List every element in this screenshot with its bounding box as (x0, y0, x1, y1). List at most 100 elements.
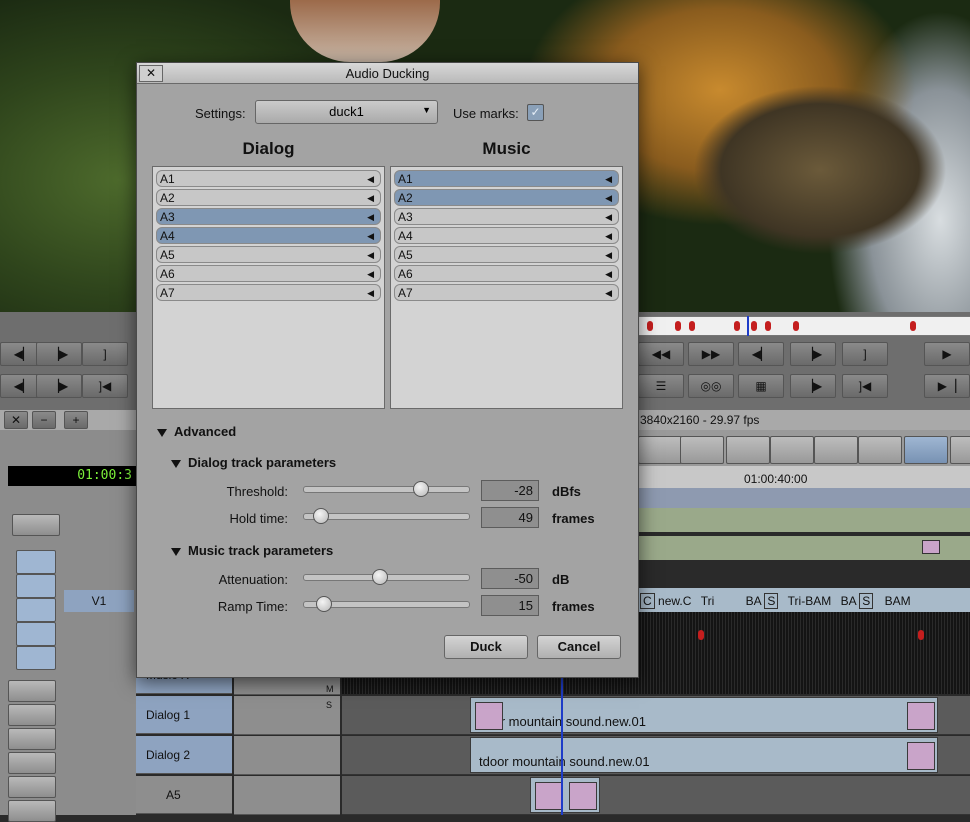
clip-effect-icon[interactable] (475, 702, 503, 730)
clip-effect-icon[interactable] (907, 702, 935, 730)
tool-ramp-icon[interactable] (8, 776, 56, 798)
list-icon[interactable]: ☰ (638, 374, 684, 398)
use-marks-checkbox[interactable]: ✓ (527, 104, 544, 121)
play-icon[interactable]: ▶ (924, 342, 970, 366)
music-track-a6[interactable]: A6 ◀ (394, 265, 619, 282)
clip-effect-icon[interactable] (569, 782, 597, 810)
audio-ducking-icon[interactable] (904, 436, 948, 464)
music-track-a7[interactable]: A7 ◀ (394, 284, 619, 301)
audio-clip[interactable] (530, 777, 600, 813)
attenuation-value[interactable]: -50 (481, 568, 539, 589)
tool-arrow-icon[interactable] (16, 550, 56, 574)
audio-clip[interactable]: door mountain sound.new.01 (470, 697, 938, 733)
marker[interactable] (910, 321, 916, 331)
duck-button[interactable]: Duck (444, 635, 528, 659)
dialog-track-a2[interactable]: A2 ◀ (156, 189, 381, 206)
dialog-titlebar[interactable]: ✕ Audio Ducking (137, 63, 638, 84)
tool-split-icon[interactable] (8, 680, 56, 702)
tool-monitor-icon[interactable] (8, 704, 56, 726)
lift-icon[interactable] (638, 436, 682, 464)
dialog-track-a7[interactable]: A7 ◀ (156, 284, 381, 301)
play-to-icon[interactable]: ▕▶ (36, 374, 82, 398)
hold-time-value[interactable]: 49 (481, 507, 539, 528)
dialog-track-a6[interactable]: A6 ◀ (156, 265, 381, 282)
tool-red-icon[interactable] (16, 598, 56, 622)
play-to-icon[interactable]: ▕▶ (790, 374, 836, 398)
marker[interactable] (751, 321, 757, 331)
dialog-track-a4[interactable]: A4 ◀ (156, 227, 381, 244)
attenuation-slider-thumb[interactable] (371, 569, 388, 585)
clip-effect-icon[interactable] (535, 782, 563, 810)
play-in-icon[interactable]: ▕▶ (790, 342, 836, 366)
go-out-icon[interactable]: ]◀ (82, 374, 128, 398)
trim-mode-icon[interactable] (770, 436, 814, 464)
more-icon[interactable] (950, 436, 970, 464)
position-indicator[interactable] (747, 316, 749, 336)
marker[interactable] (647, 321, 653, 331)
close-icon[interactable]: ✕ (4, 411, 28, 429)
tool-settings-icon[interactable] (8, 728, 56, 750)
hold-time-slider-thumb[interactable] (313, 508, 330, 524)
ramp-time-slider[interactable] (303, 596, 470, 612)
track-label-a5[interactable]: A5 (136, 776, 232, 814)
plus-icon[interactable]: + (64, 411, 88, 429)
marker[interactable] (689, 321, 695, 331)
dialog-params-toggle[interactable]: Dialog track parameters (171, 455, 336, 470)
marker[interactable] (793, 321, 799, 331)
settings-dropdown[interactable]: duck1 ▼ (255, 100, 438, 124)
tool-graph-icon[interactable] (16, 646, 56, 670)
step-back-icon[interactable]: ◀▏ (738, 342, 784, 366)
go-out-icon[interactable]: ]◀ (842, 374, 888, 398)
marker[interactable] (734, 321, 740, 331)
v1-track-selector[interactable]: V1 (64, 590, 134, 612)
position-bar[interactable] (636, 316, 970, 336)
marker[interactable] (765, 321, 771, 331)
clip-effect-icon[interactable] (907, 742, 935, 770)
segment-mode-icon[interactable] (726, 436, 770, 464)
splice-icon[interactable] (814, 436, 858, 464)
ramp-time-slider-thumb[interactable] (316, 596, 333, 612)
hold-time-slider[interactable] (303, 508, 470, 524)
music-track-a3[interactable]: A3 ◀ (394, 208, 619, 225)
track-label-dialog-1[interactable]: Dialog 1 (136, 696, 232, 734)
marker[interactable] (698, 630, 704, 640)
tape-icon[interactable]: ◎◎ (688, 374, 734, 398)
attenuation-slider[interactable] (303, 569, 470, 585)
threshold-slider[interactable] (303, 481, 470, 497)
solo-flag[interactable]: S (326, 700, 332, 710)
minus-icon[interactable]: − (32, 411, 56, 429)
tool-yellow-icon[interactable] (16, 622, 56, 646)
extract-icon[interactable] (680, 436, 724, 464)
dialog-track-a5[interactable]: A5 ◀ (156, 246, 381, 263)
clip-icon[interactable]: ▦ (738, 374, 784, 398)
ramp-time-value[interactable]: 15 (481, 595, 539, 616)
music-track-a4[interactable]: A4 ◀ (394, 227, 619, 244)
track-controls[interactable] (234, 736, 340, 775)
mark-out-icon[interactable]: ] (82, 342, 128, 366)
mark-out-icon[interactable]: ] (842, 342, 888, 366)
tool-stack-icon[interactable] (8, 752, 56, 774)
timeline-position-indicator[interactable] (561, 660, 563, 815)
play-in-icon[interactable]: ▕▶ (36, 342, 82, 366)
dialog-track-a3[interactable]: A3 ◀ (156, 208, 381, 225)
threshold-value[interactable]: -28 (481, 480, 539, 501)
tool-list-icon[interactable] (12, 514, 60, 536)
threshold-slider-thumb[interactable] (412, 481, 429, 497)
rewind-icon[interactable]: ◀◀ (638, 342, 684, 366)
music-track-a1[interactable]: A1 ◀ (394, 170, 619, 187)
marker[interactable] (675, 321, 681, 331)
track-label-dialog-2[interactable]: Dialog 2 (136, 736, 232, 774)
tool-lift-icon[interactable] (16, 574, 56, 598)
music-track-a2[interactable]: A2 ◀ (394, 189, 619, 206)
music-track-a5[interactable]: A5 ◀ (394, 246, 619, 263)
go-end-icon[interactable]: ▶▕ (924, 374, 970, 398)
audio-clip[interactable]: tdoor mountain sound.new.01 (470, 737, 938, 773)
track-controls[interactable] (234, 776, 340, 815)
tool-arrow-down-icon[interactable] (8, 800, 56, 822)
dialog-track-a1[interactable]: A1 ◀ (156, 170, 381, 187)
track-controls[interactable] (234, 696, 340, 735)
overwrite-icon[interactable] (858, 436, 902, 464)
advanced-toggle[interactable]: Advanced (157, 424, 236, 439)
marker[interactable] (918, 630, 924, 640)
fast-forward-icon[interactable]: ▶▶ (688, 342, 734, 366)
